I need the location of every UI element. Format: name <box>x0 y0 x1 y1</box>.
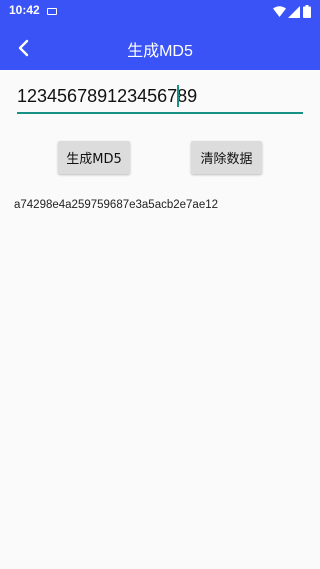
wifi-icon <box>273 6 286 17</box>
app-bar: 生成MD5 <box>0 24 320 70</box>
generate-md5-button[interactable]: 生成MD5 <box>58 141 130 174</box>
status-bar: 10:42 <box>0 0 320 24</box>
md5-input-field[interactable] <box>17 80 303 114</box>
battery-icon <box>303 5 311 18</box>
status-time: 10:42 <box>9 3 40 17</box>
notification-icon <box>47 8 57 15</box>
signal-icon <box>288 6 300 18</box>
md5-result-text: a74298e4a259759687e3a5acb2e7ae12 <box>14 199 219 211</box>
clear-data-button[interactable]: 清除数据 <box>191 141 262 174</box>
md5-text-input[interactable] <box>17 80 303 112</box>
text-cursor <box>177 85 179 107</box>
page-title: 生成MD5 <box>127 43 193 60</box>
